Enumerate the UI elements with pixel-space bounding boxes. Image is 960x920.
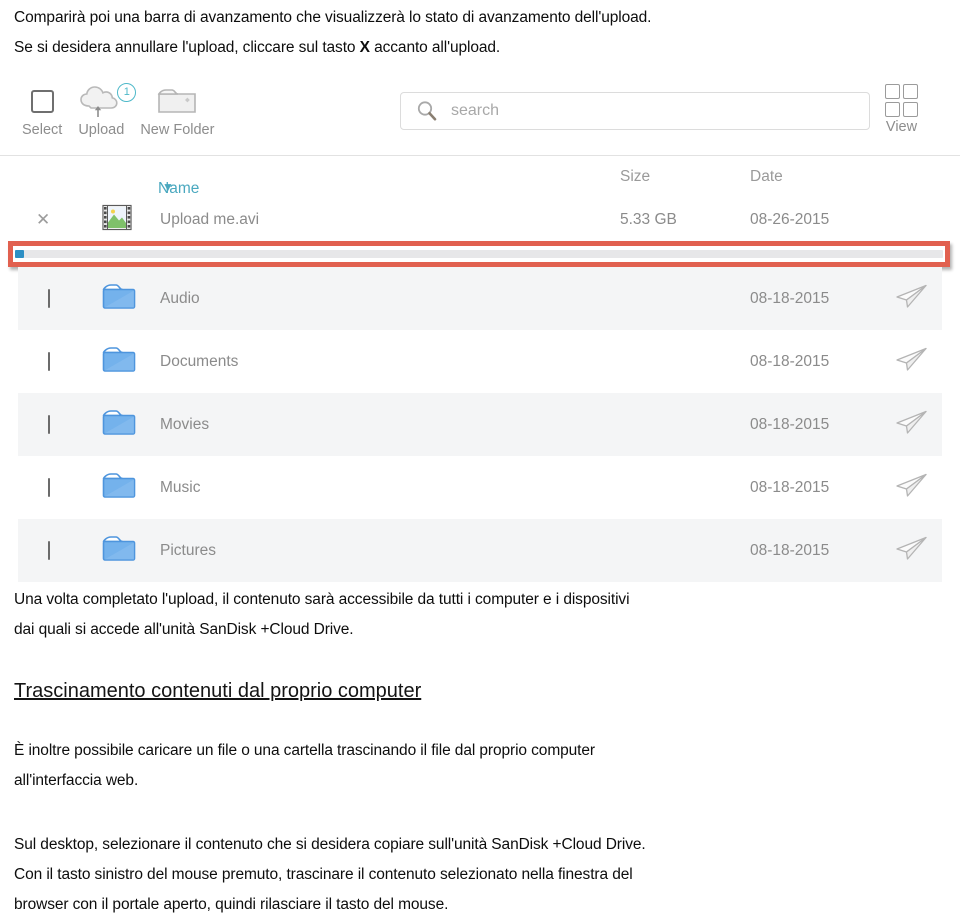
paragraph-after-screenshot-line-1: Una volta completato l'upload, il conten… (14, 591, 630, 608)
row-date: 08-18-2015 (750, 541, 830, 559)
table-row-music[interactable]: Music 08-18-2015 (18, 456, 942, 519)
intro-line-1: Comparirà poi una barra di avanzamento c… (14, 9, 652, 26)
new-folder-button-label: New Folder (140, 122, 215, 138)
row-date: 08-18-2015 (750, 415, 830, 433)
paper-plane-icon[interactable] (894, 535, 928, 566)
folder-icon (102, 283, 136, 315)
view-button-label: View (885, 119, 918, 135)
search-input[interactable] (449, 101, 833, 121)
table-row-audio[interactable]: Audio 08-18-2015 (18, 267, 942, 330)
new-folder-button[interactable]: New Folder (140, 82, 214, 138)
row-checkbox[interactable] (48, 351, 50, 371)
paragraph-desktop-steps-line-2: Con il tasto sinistro del mouse premuto,… (14, 866, 633, 883)
view-toggle-button[interactable]: View (885, 84, 918, 135)
row-name: Music (160, 478, 201, 496)
paragraph-desktop-steps-line-1: Sul desktop, selezionare il contenuto ch… (14, 836, 646, 853)
upload-progress-bar (15, 250, 943, 258)
paragraph-drag-drop: È inoltre possibile caricare un file o u… (14, 736, 954, 796)
magnifier-icon (415, 99, 439, 123)
row-checkbox[interactable] (48, 540, 50, 560)
upload-file-size: 5.33 GB (620, 211, 677, 228)
search-box[interactable] (400, 92, 870, 130)
file-list: Audio 08-18-2015 Documents 08-18-2015 Mo… (0, 267, 960, 582)
intro-line-2-part-b: accanto all'upload. (369, 39, 501, 56)
upload-button-label: Upload (78, 122, 125, 138)
paragraph-drag-drop-line-2: all'interfaccia web. (14, 772, 139, 789)
row-date: 08-18-2015 (750, 289, 830, 307)
upload-progress-row: ✕ Upload me.avi 5.33 GB 08-26-2015 (0, 199, 960, 241)
cancel-key-label: X (359, 39, 370, 56)
paper-plane-icon[interactable] (894, 283, 928, 314)
table-row-movies[interactable]: Movies 08-18-2015 (18, 393, 942, 456)
row-name: Movies (160, 415, 210, 433)
upload-button[interactable]: 1 Upload (78, 82, 137, 138)
select-button[interactable]: Select (22, 82, 62, 138)
folder-icon (102, 409, 136, 441)
select-button-label: Select (22, 122, 63, 138)
paper-plane-icon[interactable] (894, 472, 928, 503)
grid-view-icon (885, 84, 918, 117)
paragraph-drag-drop-line-1: È inoltre possibile caricare un file o u… (14, 742, 595, 759)
paragraph-desktop-steps-line-3: browser con il portale aperto, quindi ri… (14, 896, 449, 913)
paragraph-desktop-steps: Sul desktop, selezionare il contenuto ch… (14, 830, 954, 920)
file-manager-screenshot: Select 1 Upload New Folder search View N… (0, 72, 960, 582)
paper-plane-icon[interactable] (894, 409, 928, 440)
video-file-icon (102, 204, 132, 236)
column-headers: Name ▼ Size Date (0, 156, 960, 199)
intro-line-2-part-a: Se si desidera annullare l'upload, clicc… (14, 39, 360, 56)
row-name: Audio (160, 289, 200, 307)
intro-paragraph: Comparirà poi una barra di avanzamento c… (14, 3, 954, 63)
cloud-upload-icon: 1 (78, 82, 137, 120)
section-heading: Trascinamento contenuti dal proprio comp… (14, 680, 422, 702)
column-header-size[interactable]: Size (620, 168, 650, 186)
row-date: 08-18-2015 (750, 478, 830, 496)
row-name: Documents (160, 352, 239, 370)
folder-icon (102, 535, 136, 567)
paragraph-after-screenshot-line-2: dai quali si accede all'unità SanDisk +C… (14, 621, 354, 638)
folder-icon (102, 346, 136, 378)
row-date: 08-18-2015 (750, 352, 830, 370)
table-row-documents[interactable]: Documents 08-18-2015 (18, 330, 942, 393)
column-header-date[interactable]: Date (750, 168, 783, 186)
upload-progress-fill (15, 250, 25, 258)
upload-file-date: 08-26-2015 (750, 211, 830, 228)
new-folder-icon (155, 82, 199, 120)
upload-count-badge: 1 (117, 83, 137, 102)
upload-file-name: Upload me.avi (160, 211, 260, 228)
cancel-upload-button[interactable]: ✕ (36, 210, 50, 230)
checkbox-icon (30, 82, 54, 120)
paper-plane-icon[interactable] (894, 346, 928, 377)
upload-progress-annotation (8, 241, 950, 267)
row-checkbox[interactable] (48, 288, 50, 308)
row-checkbox[interactable] (48, 414, 50, 434)
row-checkbox[interactable] (48, 477, 50, 497)
toolbar-actions: Select 1 Upload New Folder (22, 82, 230, 138)
paragraph-after-screenshot: Una volta completato l'upload, il conten… (14, 585, 954, 645)
table-row-pictures[interactable]: Pictures 08-18-2015 (18, 519, 942, 582)
app-toolbar: Select 1 Upload New Folder search View (0, 72, 960, 156)
folder-icon (102, 472, 136, 504)
sort-caret-icon: ▼ (162, 180, 174, 194)
intro-line-2: Se si desidera annullare l'upload, clicc… (14, 33, 954, 63)
row-name: Pictures (160, 541, 216, 559)
